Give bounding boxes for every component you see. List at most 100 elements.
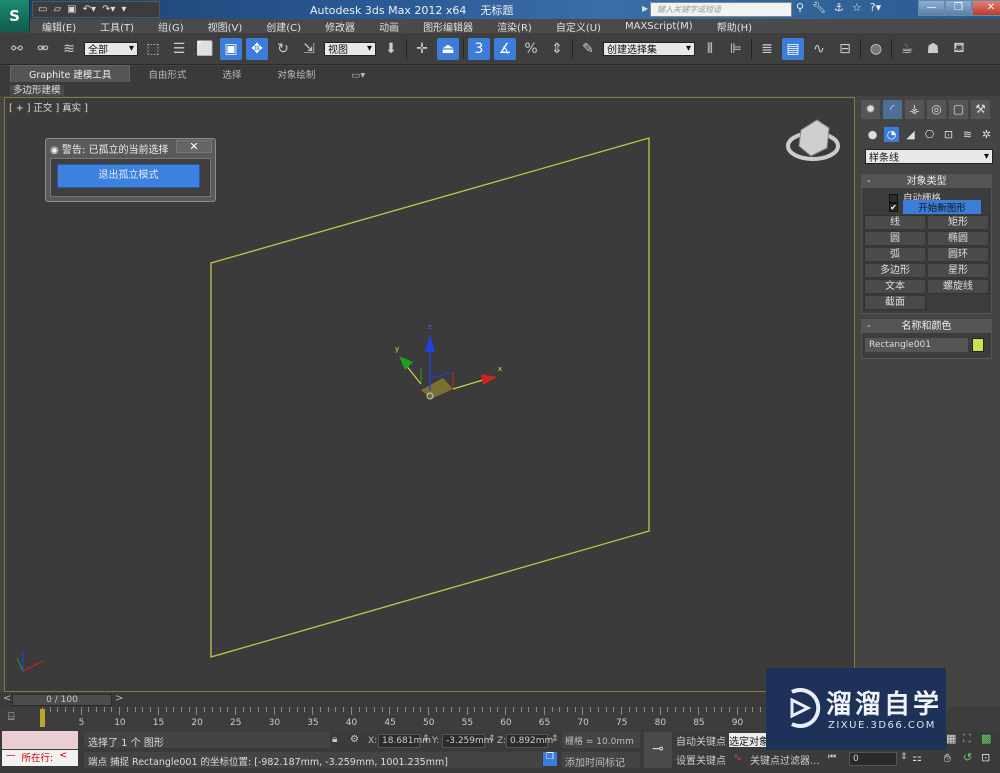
- rectangle-button[interactable]: 矩形: [927, 215, 989, 230]
- expand-arrow-icon[interactable]: ▶: [642, 4, 648, 13]
- align-icon[interactable]: ⊫: [725, 38, 747, 60]
- bind-space-warp-icon[interactable]: ≋: [58, 38, 80, 60]
- menu-graph-editors[interactable]: 图形编辑器: [411, 19, 485, 34]
- dialog-close-button[interactable]: ✕: [176, 140, 212, 153]
- circle-button[interactable]: 圆: [864, 231, 926, 246]
- minimize-button[interactable]: —: [918, 0, 945, 16]
- helpers-icon[interactable]: ⊡: [941, 127, 956, 142]
- zoom-extents-icon[interactable]: ⛶: [963, 732, 971, 746]
- name-color-header[interactable]: - 名称和颜色: [862, 320, 991, 333]
- arc-button[interactable]: 弧: [864, 247, 926, 262]
- viewport-front[interactable]: z y x [ + ] 正交 ] 真实 ] ◉ 警告: 已孤立的当前选择 ✕ 退…: [4, 97, 855, 692]
- redo-icon[interactable]: ↷▾: [102, 4, 115, 15]
- new-icon[interactable]: ▭: [38, 4, 47, 15]
- menu-modifiers[interactable]: 修改器: [313, 19, 367, 34]
- y-coord-input[interactable]: -3.259mm: [442, 734, 493, 748]
- angle-snap-icon[interactable]: ∡: [494, 37, 516, 60]
- start-new-shape-checkbox[interactable]: ✔: [889, 202, 898, 212]
- geometry-icon[interactable]: ●: [865, 127, 880, 142]
- maximize-viewport-icon[interactable]: ⊡: [981, 751, 990, 764]
- key-mode-dropdown[interactable]: 选定对象: [729, 733, 769, 747]
- menu-edit[interactable]: 编辑(E): [30, 19, 88, 34]
- set-key-icon[interactable]: ⊸: [644, 732, 672, 768]
- text-button[interactable]: 文本: [864, 279, 926, 294]
- systems-icon[interactable]: ✲: [979, 127, 994, 142]
- select-by-name-icon[interactable]: ☰: [168, 38, 190, 60]
- help-search-input[interactable]: 键入关键字或短语: [650, 2, 792, 17]
- window-crossing-icon[interactable]: ▣: [220, 37, 242, 60]
- maxscript-listener[interactable]: [2, 731, 78, 749]
- pan-hand-icon[interactable]: ✋︎: [944, 751, 951, 766]
- open-icon[interactable]: ▱: [53, 4, 61, 15]
- manipulate-icon[interactable]: ✛: [411, 38, 433, 60]
- donut-button[interactable]: 圆环: [927, 247, 989, 262]
- set-key-button[interactable]: 设置关键点: [676, 752, 726, 767]
- absolute-mode-icon[interactable]: ⚙: [350, 734, 359, 745]
- link-icon[interactable]: ⚯: [6, 38, 28, 60]
- schematic-view-icon[interactable]: ⊟: [834, 38, 856, 60]
- snaps-toggle-icon[interactable]: 3: [468, 37, 490, 60]
- start-new-shape-button[interactable]: 开始新图形: [903, 200, 981, 214]
- menu-help[interactable]: 帮助(H): [705, 19, 764, 34]
- hierarchy-tab-icon[interactable]: ⚶: [905, 100, 924, 119]
- ribbon-options-icon[interactable]: ▭▾: [333, 69, 383, 82]
- auto-key-button[interactable]: 自动关键点: [676, 733, 726, 748]
- help-icon[interactable]: ?▾: [870, 1, 881, 14]
- select-object-icon[interactable]: ⬚: [142, 38, 164, 60]
- x-spinner-icon[interactable]: ⇕: [422, 734, 430, 744]
- y-spinner-icon[interactable]: ⇕: [488, 734, 496, 744]
- menu-rendering[interactable]: 渲染(R): [485, 19, 544, 34]
- prev-frame-button[interactable]: <: [3, 693, 11, 704]
- star-icon[interactable]: ☆: [852, 1, 862, 14]
- menu-animation[interactable]: 动画: [367, 19, 411, 34]
- add-time-tag-button[interactable]: 添加时间标记: [562, 752, 640, 769]
- curve-editor-icon[interactable]: ∿: [808, 38, 830, 60]
- undo-icon[interactable]: ↶▾: [83, 4, 96, 15]
- time-slider[interactable]: < 0 / 100 >: [0, 692, 855, 707]
- maximize-button[interactable]: ❐: [945, 0, 972, 16]
- menu-customize[interactable]: 自定义(U): [544, 19, 613, 34]
- utilities-tab-icon[interactable]: ⚒: [971, 100, 990, 119]
- display-tab-icon[interactable]: ▢: [949, 100, 968, 119]
- selection-lock-icon[interactable]: 🔒︎: [332, 734, 337, 745]
- time-tag-icon[interactable]: ❐: [543, 752, 557, 766]
- zoom-region-icon[interactable]: ⚏: [912, 751, 922, 764]
- menu-create[interactable]: 创建(C): [254, 19, 313, 34]
- mirror-icon[interactable]: ⫴: [699, 38, 721, 60]
- named-selection-dropdown[interactable]: 创建选择集 ▾: [603, 41, 695, 56]
- go-to-start-icon[interactable]: ⏮: [828, 752, 836, 762]
- space-warps-icon[interactable]: ≋: [960, 127, 975, 142]
- layer-manager-icon[interactable]: ≣: [756, 38, 778, 60]
- object-type-header[interactable]: - 对象类型: [862, 175, 991, 188]
- customize-icon[interactable]: ▾: [121, 4, 126, 15]
- exit-isolation-button[interactable]: 退出孤立模式: [57, 164, 200, 188]
- shape-category-dropdown[interactable]: 样条线 ▾: [865, 149, 993, 164]
- keyboard-shortcut-override-icon[interactable]: ⏏: [437, 37, 459, 60]
- tab-graphite-modeling[interactable]: Graphite 建模工具: [10, 65, 131, 82]
- object-color-swatch[interactable]: [972, 338, 984, 352]
- zoom-extents-all-icon[interactable]: ▦: [946, 732, 956, 745]
- percent-snap-icon[interactable]: %: [520, 38, 542, 60]
- rendered-frame-icon[interactable]: ☗: [922, 38, 944, 60]
- unlink-icon[interactable]: ⚮: [32, 38, 54, 60]
- current-frame-marker[interactable]: [40, 709, 45, 727]
- render-setup-icon[interactable]: ☕︎: [896, 38, 918, 60]
- select-move-icon[interactable]: ✥: [246, 37, 268, 60]
- binoculars-icon[interactable]: ⚲: [796, 1, 804, 14]
- next-frame-button[interactable]: >: [115, 693, 123, 704]
- render-production-icon[interactable]: ⛾: [948, 38, 970, 60]
- spinner-snap-icon[interactable]: ⇕: [546, 38, 568, 60]
- rect-selection-icon[interactable]: ⬜: [194, 38, 216, 60]
- key-tangent-icon[interactable]: ∿: [733, 751, 742, 764]
- star-button[interactable]: 星形: [927, 263, 989, 278]
- close-button[interactable]: ✕: [972, 0, 1000, 16]
- section-button[interactable]: 截面: [864, 295, 926, 310]
- selection-filter-dropdown[interactable]: 全部 ▾: [84, 41, 138, 56]
- helix-button[interactable]: 螺旋线: [927, 279, 989, 294]
- time-slider-thumb[interactable]: 0 / 100: [12, 694, 112, 706]
- save-icon[interactable]: ▣: [67, 4, 76, 15]
- create-tab-icon[interactable]: ✹: [861, 100, 880, 119]
- line-button[interactable]: 线: [864, 215, 926, 230]
- app-menu-button[interactable]: S: [0, 0, 30, 32]
- select-scale-icon[interactable]: ⇲: [298, 38, 320, 60]
